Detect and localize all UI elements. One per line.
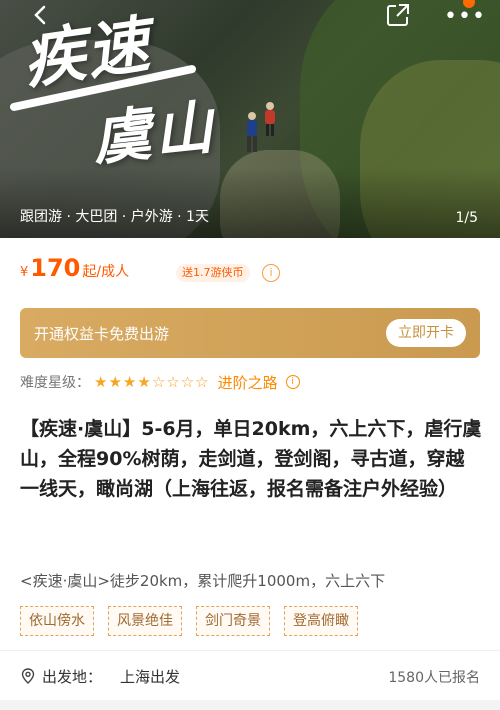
price-currency: ¥: [20, 265, 29, 280]
hero-gradient-overlay: [0, 168, 500, 238]
star-filled-icon: ★: [137, 373, 152, 391]
star-filled-icon: ★: [94, 373, 109, 391]
product-title: 【疾速·虞山】5-6月，单日20km，六上六下，虐行虞山，全程90%树荫，走剑道…: [20, 418, 482, 500]
signup-count: 1580人已报名: [388, 670, 480, 686]
hero-title-line2: 虞山: [89, 92, 220, 174]
difficulty-level[interactable]: 进阶之路: [218, 372, 278, 393]
divider: [0, 650, 500, 651]
feature-tag: 风景绝佳: [108, 606, 182, 636]
feature-tag: 剑门奇景: [196, 606, 270, 636]
difficulty-row: 难度星级： ★★★★☆☆☆☆ 进阶之路 i: [20, 372, 300, 392]
departure-label: 出发地：: [42, 667, 103, 686]
info-icon[interactable]: i: [285, 375, 300, 389]
price-row: ¥ 170 起/成人: [20, 254, 129, 288]
price-amount: 170: [30, 254, 81, 282]
membership-text: 开通权益卡免费出游: [34, 324, 170, 343]
difficulty-label: 难度星级：: [20, 375, 90, 391]
hikers-illustration: [247, 102, 275, 152]
section-gap: [0, 700, 500, 710]
difficulty-stars: ★★★★☆☆☆☆: [94, 373, 210, 391]
feature-tag: 依山傍水: [20, 606, 94, 636]
membership-banner[interactable]: 开通权益卡免费出游 立即开卡: [20, 308, 480, 358]
hero-image[interactable]: 疾速 虞山 ••• 跟团游 · 大巴团 · 户外游 · 1天 1/5: [0, 0, 500, 238]
location-pin-icon: [21, 668, 35, 684]
image-pager: 1/5: [455, 210, 478, 226]
departure-row: 出发地： 上海出发: [20, 664, 180, 688]
departure-value: 上海出发: [120, 667, 181, 686]
star-filled-icon: ★: [108, 373, 123, 391]
open-card-button[interactable]: 立即开卡: [386, 319, 466, 347]
back-icon[interactable]: [30, 4, 52, 26]
feature-tag: 登高俯瞰: [284, 606, 358, 636]
star-empty-icon: ☆: [166, 373, 181, 391]
info-icon[interactable]: i: [262, 264, 280, 282]
star-empty-icon: ☆: [195, 373, 210, 391]
feature-tags: 依山傍水 风景绝佳 剑门奇景 登高俯瞰: [20, 606, 358, 636]
coin-reward-badge: 送1.7游侠币: [176, 264, 250, 282]
product-subtitle: <疾速·虞山>徒步20km，累计爬升1000m，六上六下: [20, 572, 386, 590]
share-icon[interactable]: [385, 2, 411, 28]
hero-tags: 跟团游 · 大巴团 · 户外游 · 1天: [20, 209, 209, 225]
price-unit: 起/成人: [82, 264, 130, 280]
more-icon[interactable]: •••: [444, 4, 486, 29]
star-empty-icon: ☆: [180, 373, 196, 391]
star-filled-icon: ★: [122, 373, 138, 391]
star-empty-icon: ☆: [151, 373, 167, 391]
